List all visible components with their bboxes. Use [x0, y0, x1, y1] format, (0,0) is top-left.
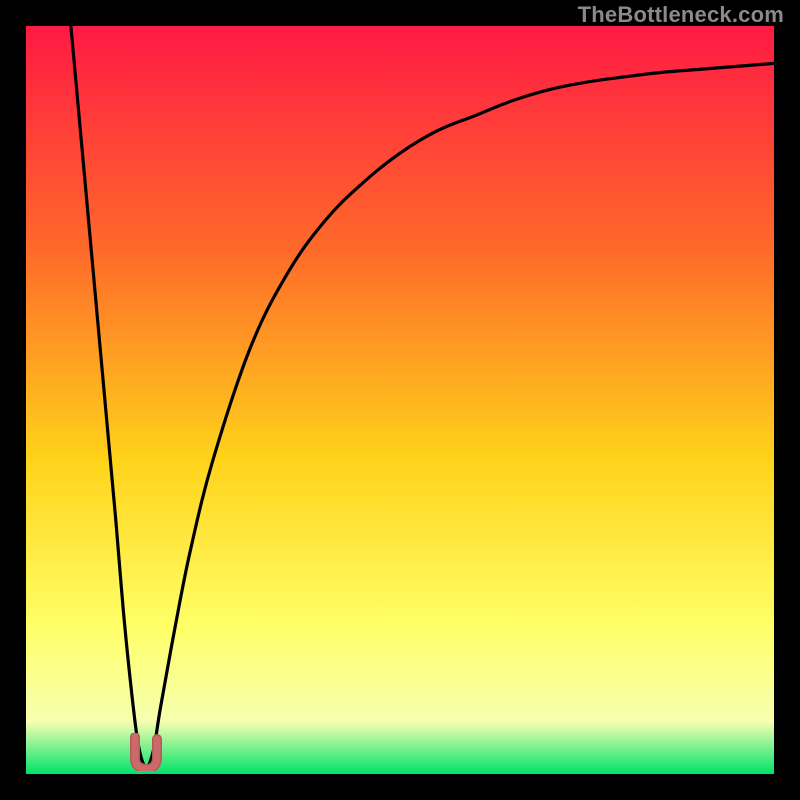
- optimum-marker-icon: [129, 733, 167, 771]
- watermark-text: TheBottleneck.com: [578, 2, 784, 28]
- plot-area: [26, 26, 774, 774]
- chart-frame: TheBottleneck.com: [0, 0, 800, 800]
- bottleneck-curve: [26, 26, 774, 774]
